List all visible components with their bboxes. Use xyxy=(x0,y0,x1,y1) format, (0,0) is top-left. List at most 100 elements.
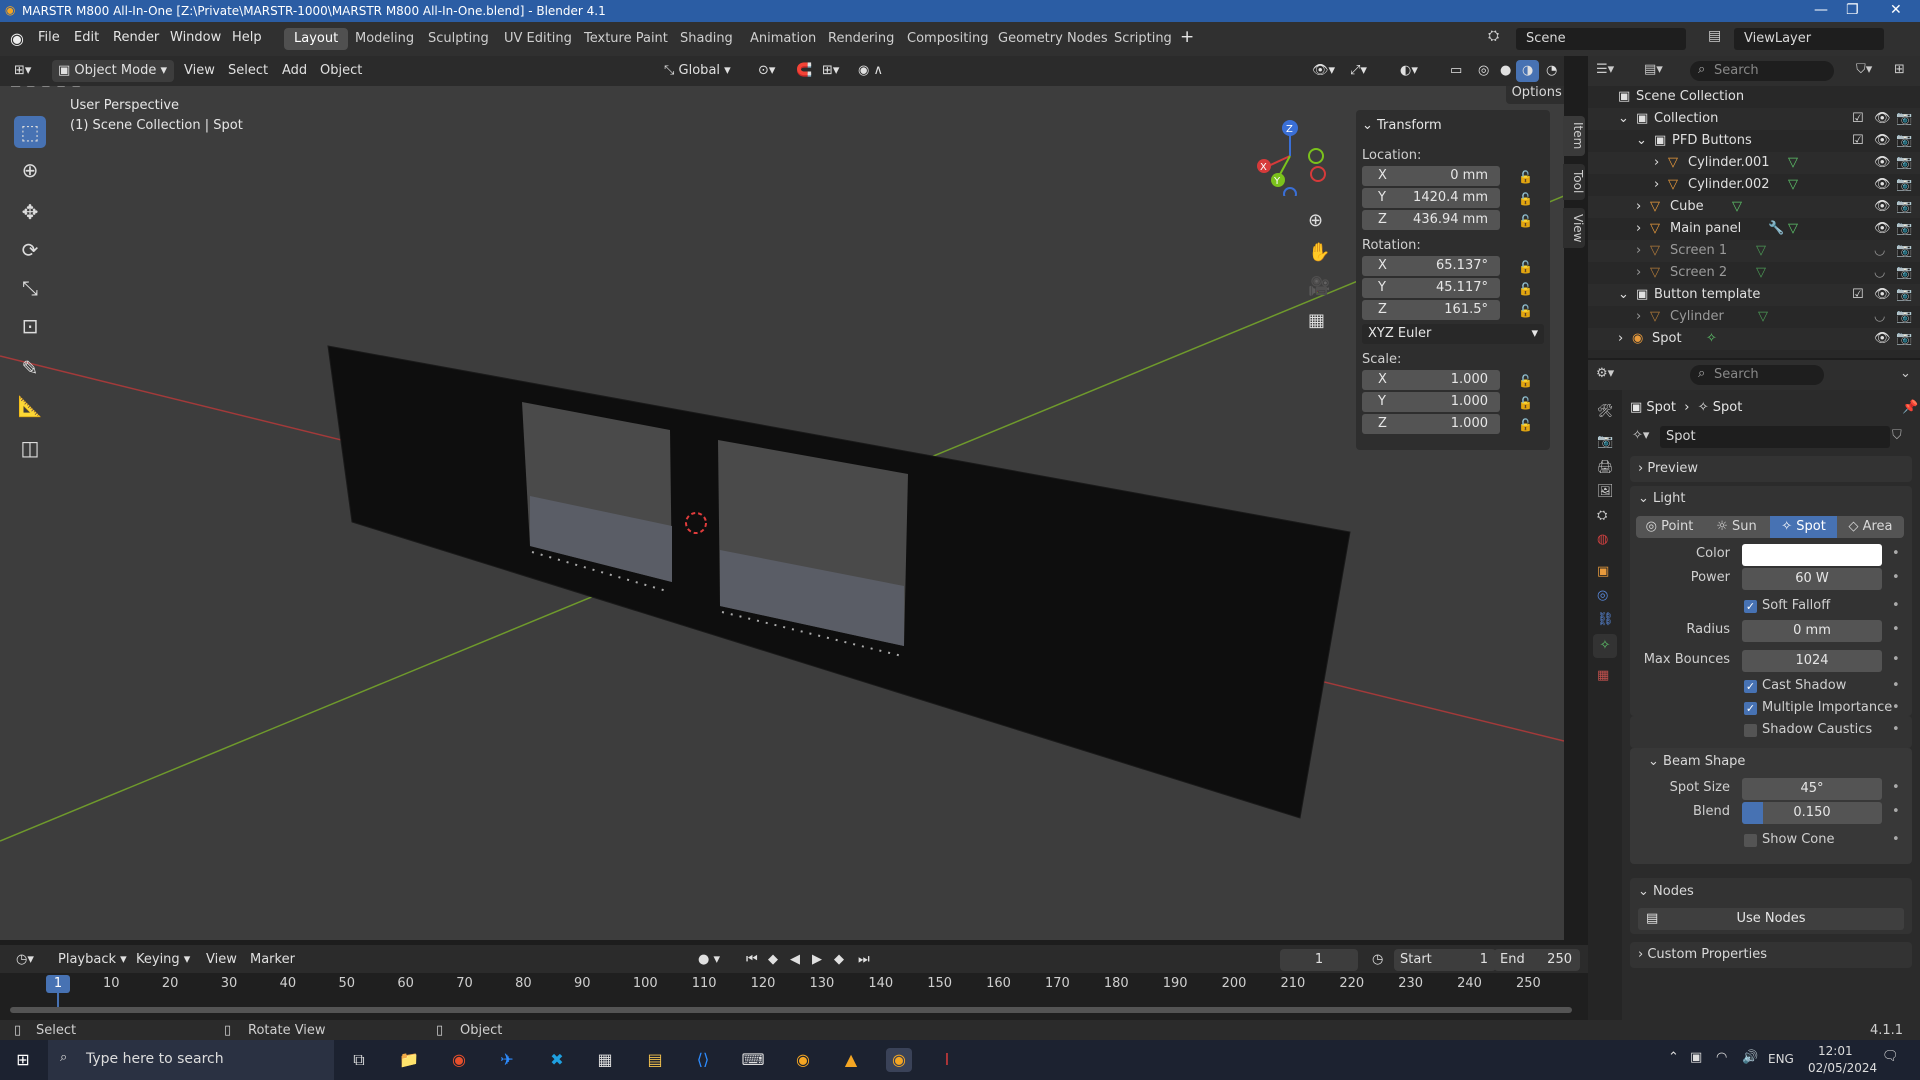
rotate-tool[interactable]: ⟳ xyxy=(14,234,46,266)
ortho-grid-icon[interactable]: ▦ xyxy=(1308,310,1325,331)
menu-file[interactable]: File xyxy=(38,30,60,45)
tab-compositing[interactable]: Compositing xyxy=(897,28,999,50)
menu-keying[interactable]: Keying ▾ xyxy=(130,949,196,971)
eye-icon[interactable]: 👁 xyxy=(1874,328,1891,350)
tray-app-icon[interactable]: ▣ xyxy=(1690,1050,1702,1065)
shading-material-icon[interactable]: ◑ xyxy=(1516,60,1540,82)
rotation-z-field[interactable]: Z 161.5° xyxy=(1362,300,1500,320)
close-icon[interactable]: ✕ xyxy=(1890,2,1902,18)
jump-keyframe-back-icon[interactable]: ◆ xyxy=(762,949,784,971)
checkbox-icon[interactable]: ☑ xyxy=(1852,284,1864,306)
wifi-icon[interactable]: ◠ xyxy=(1716,1050,1727,1065)
clock-time[interactable]: 12:01 xyxy=(1818,1044,1853,1058)
camera-icon[interactable]: 📷 xyxy=(1896,108,1912,130)
taskbar-search-box[interactable]: ⌕ Type here to search xyxy=(48,1040,334,1080)
transform-tool[interactable]: ⊡ xyxy=(14,310,46,342)
preview-range-icon[interactable]: ◷ xyxy=(1366,949,1389,971)
jump-end-icon[interactable]: ⏭ xyxy=(852,949,876,971)
move-tool[interactable]: ✥ xyxy=(14,196,46,228)
fake-user-shield-icon[interactable]: ⛉ xyxy=(1892,428,1902,443)
eye-hidden-icon[interactable]: ◡ xyxy=(1874,240,1885,262)
outliner-row[interactable]: › ▽ Screen 1 ▽ ◡ 📷 xyxy=(1588,240,1920,262)
current-frame-field[interactable]: 1 xyxy=(1280,949,1358,971)
lock-icon[interactable]: 🔓 xyxy=(1518,192,1533,206)
light-type-area[interactable]: ◇ Area xyxy=(1837,516,1904,538)
properties-search-input[interactable]: Search xyxy=(1690,365,1824,385)
start-frame-field[interactable]: Start 1 xyxy=(1394,949,1496,971)
menu-edit[interactable]: Edit xyxy=(74,30,99,45)
notifications-icon[interactable]: 🗨 xyxy=(1882,1049,1899,1064)
play-icon[interactable]: ▶ xyxy=(806,949,828,971)
select-mode-icons[interactable]: ▣ ▢ ▢ ▢ ▢ xyxy=(10,86,110,92)
menu-object[interactable]: Object xyxy=(314,60,368,82)
tab-item[interactable]: Item xyxy=(1563,116,1585,156)
world-tab-icon[interactable]: ◍ xyxy=(1597,532,1608,547)
rotation-x-field[interactable]: X 65.137° xyxy=(1362,256,1500,276)
measure-tool[interactable]: 📐 xyxy=(14,390,46,422)
keyframe-dot-icon[interactable]: • xyxy=(1892,780,1900,795)
outliner-row[interactable]: › ▽ Cylinder.002 ▽ 👁 📷 xyxy=(1588,174,1920,196)
eye-hidden-icon[interactable]: ◡ xyxy=(1874,262,1885,284)
lock-icon[interactable]: 🔓 xyxy=(1518,374,1533,388)
checkbox-icon[interactable]: ☑ xyxy=(1852,108,1864,130)
language-label[interactable]: ENG xyxy=(1768,1052,1794,1066)
volume-icon[interactable]: 🔊 xyxy=(1742,1050,1758,1065)
tray-chevron-icon[interactable]: ⌃ xyxy=(1668,1050,1679,1065)
outliner-row[interactable]: › ◉ Spot ✧ 👁 📷 xyxy=(1588,328,1920,350)
pan-hand-icon[interactable]: ✋ xyxy=(1308,242,1330,263)
custom-properties-panel[interactable]: › Custom Properties xyxy=(1630,942,1912,968)
timeline[interactable]: 10 20 30 40 50 60 70 80 90 100 110 120 130 140 150 160 1… xyxy=(0,973,1588,1020)
eye-icon[interactable]: 👁 xyxy=(1874,284,1891,306)
playhead[interactable]: 1 xyxy=(46,975,70,993)
soft-falloff-checkbox[interactable]: ✓ xyxy=(1744,600,1757,613)
zoom-icon[interactable]: ⊕ xyxy=(1308,210,1323,231)
spot-size-field[interactable]: 45° xyxy=(1742,778,1882,800)
tab-rendering[interactable]: Rendering xyxy=(818,28,904,50)
tool-tab-icon[interactable]: 🛠 xyxy=(1597,404,1614,419)
keyframe-dot-icon[interactable]: • xyxy=(1892,678,1900,693)
lock-icon[interactable]: 🔓 xyxy=(1518,282,1533,296)
menu-help[interactable]: Help xyxy=(232,30,262,45)
menu-playback[interactable]: Playback ▾ xyxy=(52,949,133,971)
keyframe-dot-icon[interactable]: • xyxy=(1892,722,1900,737)
app-icon[interactable]: ⅼ xyxy=(934,1048,960,1072)
maximize-icon[interactable]: ❐ xyxy=(1846,2,1859,18)
editor-type-icon[interactable]: ⊞▾ xyxy=(8,60,37,82)
app-icon[interactable]: ▦ xyxy=(592,1048,618,1072)
physics-tab-icon[interactable]: ◎ xyxy=(1597,588,1608,603)
select-box-tool[interactable]: ⬚ xyxy=(14,116,46,148)
use-nodes-button[interactable]: ▤ Use Nodes xyxy=(1638,908,1904,930)
lock-icon[interactable]: 🔓 xyxy=(1518,260,1533,274)
end-frame-field[interactable]: End 250 xyxy=(1494,949,1580,971)
color-swatch[interactable] xyxy=(1742,544,1882,566)
auto-keying-icon[interactable]: ● ▾ xyxy=(692,949,726,971)
outliner-row[interactable]: › ▽ Main panel 🔧 ▽ 👁 📷 xyxy=(1588,218,1920,240)
light-type-point[interactable]: ◎ Point xyxy=(1636,516,1703,538)
windows-start-icon[interactable]: ⊞ xyxy=(10,1048,36,1072)
display-mode-icon[interactable]: ▤▾ xyxy=(1644,62,1663,77)
tab-layout[interactable]: Layout xyxy=(284,28,349,50)
eye-icon[interactable]: 👁 xyxy=(1874,108,1891,130)
keyframe-dot-icon[interactable]: • xyxy=(1892,622,1900,637)
pin-icon[interactable]: 📌 xyxy=(1902,400,1918,415)
outliner-row[interactable]: › ▽ Cube ▽ 👁 📷 xyxy=(1588,196,1920,218)
blend-slider[interactable]: 0.150 xyxy=(1742,802,1882,824)
blender-active-icon[interactable]: ◉ xyxy=(886,1048,912,1072)
rotation-mode-select[interactable]: XYZ Euler ▾ xyxy=(1362,324,1544,344)
add-cube-tool[interactable]: ◫ xyxy=(14,432,46,464)
output-tab-icon[interactable]: 🖨 xyxy=(1597,460,1614,475)
checkbox-icon[interactable]: ☑ xyxy=(1852,130,1864,152)
tab-sculpting[interactable]: Sculpting xyxy=(418,28,499,50)
tab-view[interactable]: View xyxy=(1563,208,1585,248)
app-icon[interactable]: ✖ xyxy=(544,1048,570,1072)
options-chevron-icon[interactable]: ⌄ xyxy=(1900,366,1911,381)
tab-scripting[interactable]: Scripting xyxy=(1104,28,1182,50)
clock-date[interactable]: 02/05/2024 xyxy=(1808,1061,1877,1075)
outliner-row[interactable]: ⌄ ▣ PFD Buttons ☑ 👁 📷 xyxy=(1588,130,1920,152)
outliner-row[interactable]: ▣ Scene Collection xyxy=(1588,86,1920,108)
xray-icon[interactable]: ▭ xyxy=(1444,60,1468,82)
vscode-icon[interactable]: ⟨⟩ xyxy=(690,1048,716,1072)
datablock-selector[interactable]: ✧▾ Spot ⛉ xyxy=(1630,426,1912,448)
cast-shadow-checkbox[interactable]: ✓ xyxy=(1744,680,1757,693)
options-button[interactable]: Options ▾ xyxy=(1506,86,1564,104)
